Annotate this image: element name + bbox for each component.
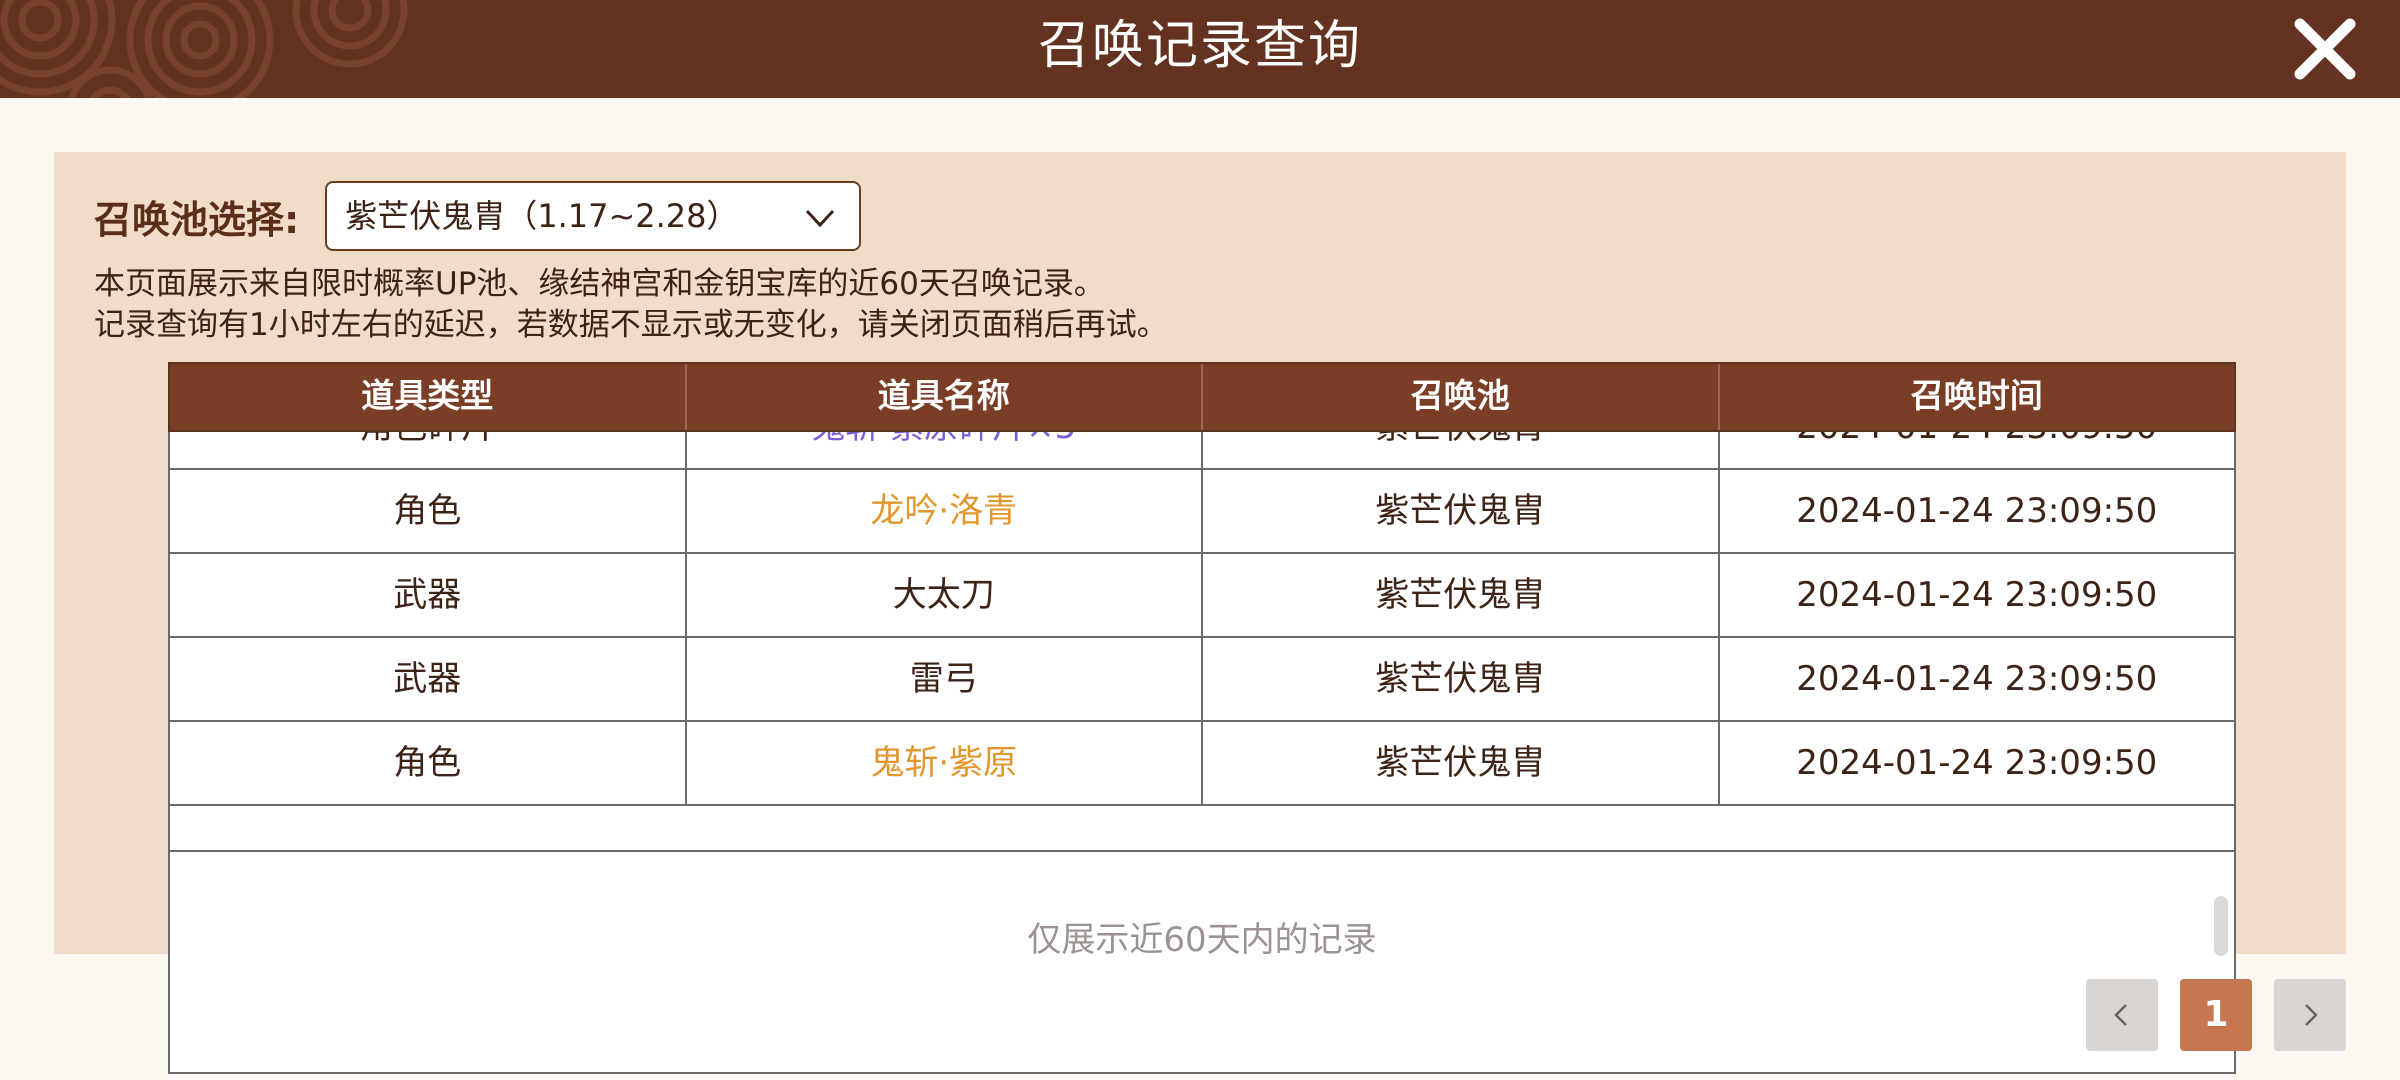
cell-time: 2024-01-24 23:09:50	[1717, 722, 2235, 804]
cell-name: 鬼斩·紫原碎片×5	[684, 432, 1202, 468]
cell-name: 雷弓	[684, 638, 1202, 720]
scrollbar-thumb[interactable]	[2214, 896, 2228, 956]
pool-select-value: 紫芒伏鬼胄（1.17~2.28）	[345, 197, 739, 235]
table-body-scroll[interactable]: 角色碎片 鬼斩·紫原碎片×5 紫芒伏鬼胄 2024-01-24 23:09:50…	[168, 432, 2236, 852]
chevron-down-icon	[806, 209, 835, 228]
next-page-button[interactable]	[2274, 979, 2346, 1051]
notice-text: 本页面展示来自限时概率UP池、缘结神宫和金钥宝库的近60天召唤记录。 记录查询有…	[94, 264, 1168, 346]
cell-time: 2024-01-24 23:09:50	[1717, 470, 2235, 552]
records-panel: 召唤池选择: 紫芒伏鬼胄（1.17~2.28） 本页面展示来自限时概率UP池、缘…	[54, 152, 2346, 1074]
chevron-right-icon	[2305, 1004, 2318, 1026]
table-header: 道具类型 道具名称 召唤池 召唤时间	[168, 362, 2236, 432]
cell-pool: 紫芒伏鬼胄	[1201, 638, 1718, 720]
page-number-current[interactable]: 1	[2180, 979, 2252, 1051]
cell-pool: 紫芒伏鬼胄	[1201, 470, 1718, 552]
column-header-time: 召唤时间	[1717, 364, 2235, 430]
title-bar: 召唤记录查询	[0, 0, 2400, 98]
cell-time: 2024-01-24 23:09:50	[1717, 638, 2235, 720]
table-body-bottom: 仅展示近60天内的记录	[168, 852, 2236, 1074]
cell-pool: 紫芒伏鬼胄	[1201, 554, 1718, 636]
cell-name: 龙吟·洛青	[684, 470, 1202, 552]
table-rows: 角色碎片 鬼斩·紫原碎片×5 紫芒伏鬼胄 2024-01-24 23:09:50…	[170, 432, 2234, 806]
prev-page-button[interactable]	[2086, 979, 2158, 1051]
pagination: 1	[2086, 979, 2346, 1051]
close-icon	[2294, 18, 2356, 80]
cell-type: 角色	[393, 743, 462, 783]
notice-line-2: 记录查询有1小时左右的延迟，若数据不显示或无变化，请关闭页面稍后再试。	[94, 307, 1168, 343]
records-table: 道具类型 道具名称 召唤池 召唤时间 角色碎片 鬼斩·紫原碎片×5 紫芒伏鬼胄 …	[168, 362, 2236, 1074]
close-button[interactable]	[2292, 16, 2358, 82]
table-row: 武器 雷弓 紫芒伏鬼胄 2024-01-24 23:09:50	[170, 638, 2234, 722]
cell-type: 武器	[393, 659, 462, 699]
column-header-type: 道具类型	[361, 376, 494, 415]
table-footnote: 仅展示近60天内的记录	[1027, 920, 1377, 960]
cell-type: 角色	[393, 491, 462, 531]
cell-pool: 紫芒伏鬼胄	[1201, 432, 1718, 468]
column-header-pool: 召唤池	[1201, 364, 1718, 430]
pool-selector-label: 召唤池选择:	[94, 197, 300, 242]
cell-type: 武器	[393, 575, 462, 615]
page-title: 召唤记录查询	[1037, 16, 1362, 76]
table-row: 角色 龙吟·洛青 紫芒伏鬼胄 2024-01-24 23:09:50	[170, 470, 2234, 554]
cell-type: 角色碎片	[170, 432, 685, 468]
pool-selector-row: 召唤池选择: 紫芒伏鬼胄（1.17~2.28）	[94, 180, 862, 252]
cell-time: 2024-01-24 23:09:50	[1717, 432, 2235, 468]
table-row: 武器 大太刀 紫芒伏鬼胄 2024-01-24 23:09:50	[170, 554, 2234, 638]
chevron-left-icon	[2114, 1004, 2127, 1026]
cell-name: 鬼斩·紫原	[684, 722, 1202, 804]
cell-time: 2024-01-24 23:09:50	[1717, 554, 2235, 636]
table-row: 角色碎片 鬼斩·紫原碎片×5 紫芒伏鬼胄 2024-01-24 23:09:50	[170, 432, 2234, 470]
notice-line-1: 本页面展示来自限时概率UP池、缘结神宫和金钥宝库的近60天召唤记录。	[94, 266, 1105, 302]
cell-name: 大太刀	[684, 554, 1202, 636]
pool-select-dropdown[interactable]: 紫芒伏鬼胄（1.17~2.28）	[325, 181, 862, 251]
column-header-name: 道具名称	[684, 364, 1202, 430]
table-row: 角色 鬼斩·紫原 紫芒伏鬼胄 2024-01-24 23:09:50	[170, 722, 2234, 806]
cell-pool: 紫芒伏鬼胄	[1201, 722, 1718, 804]
